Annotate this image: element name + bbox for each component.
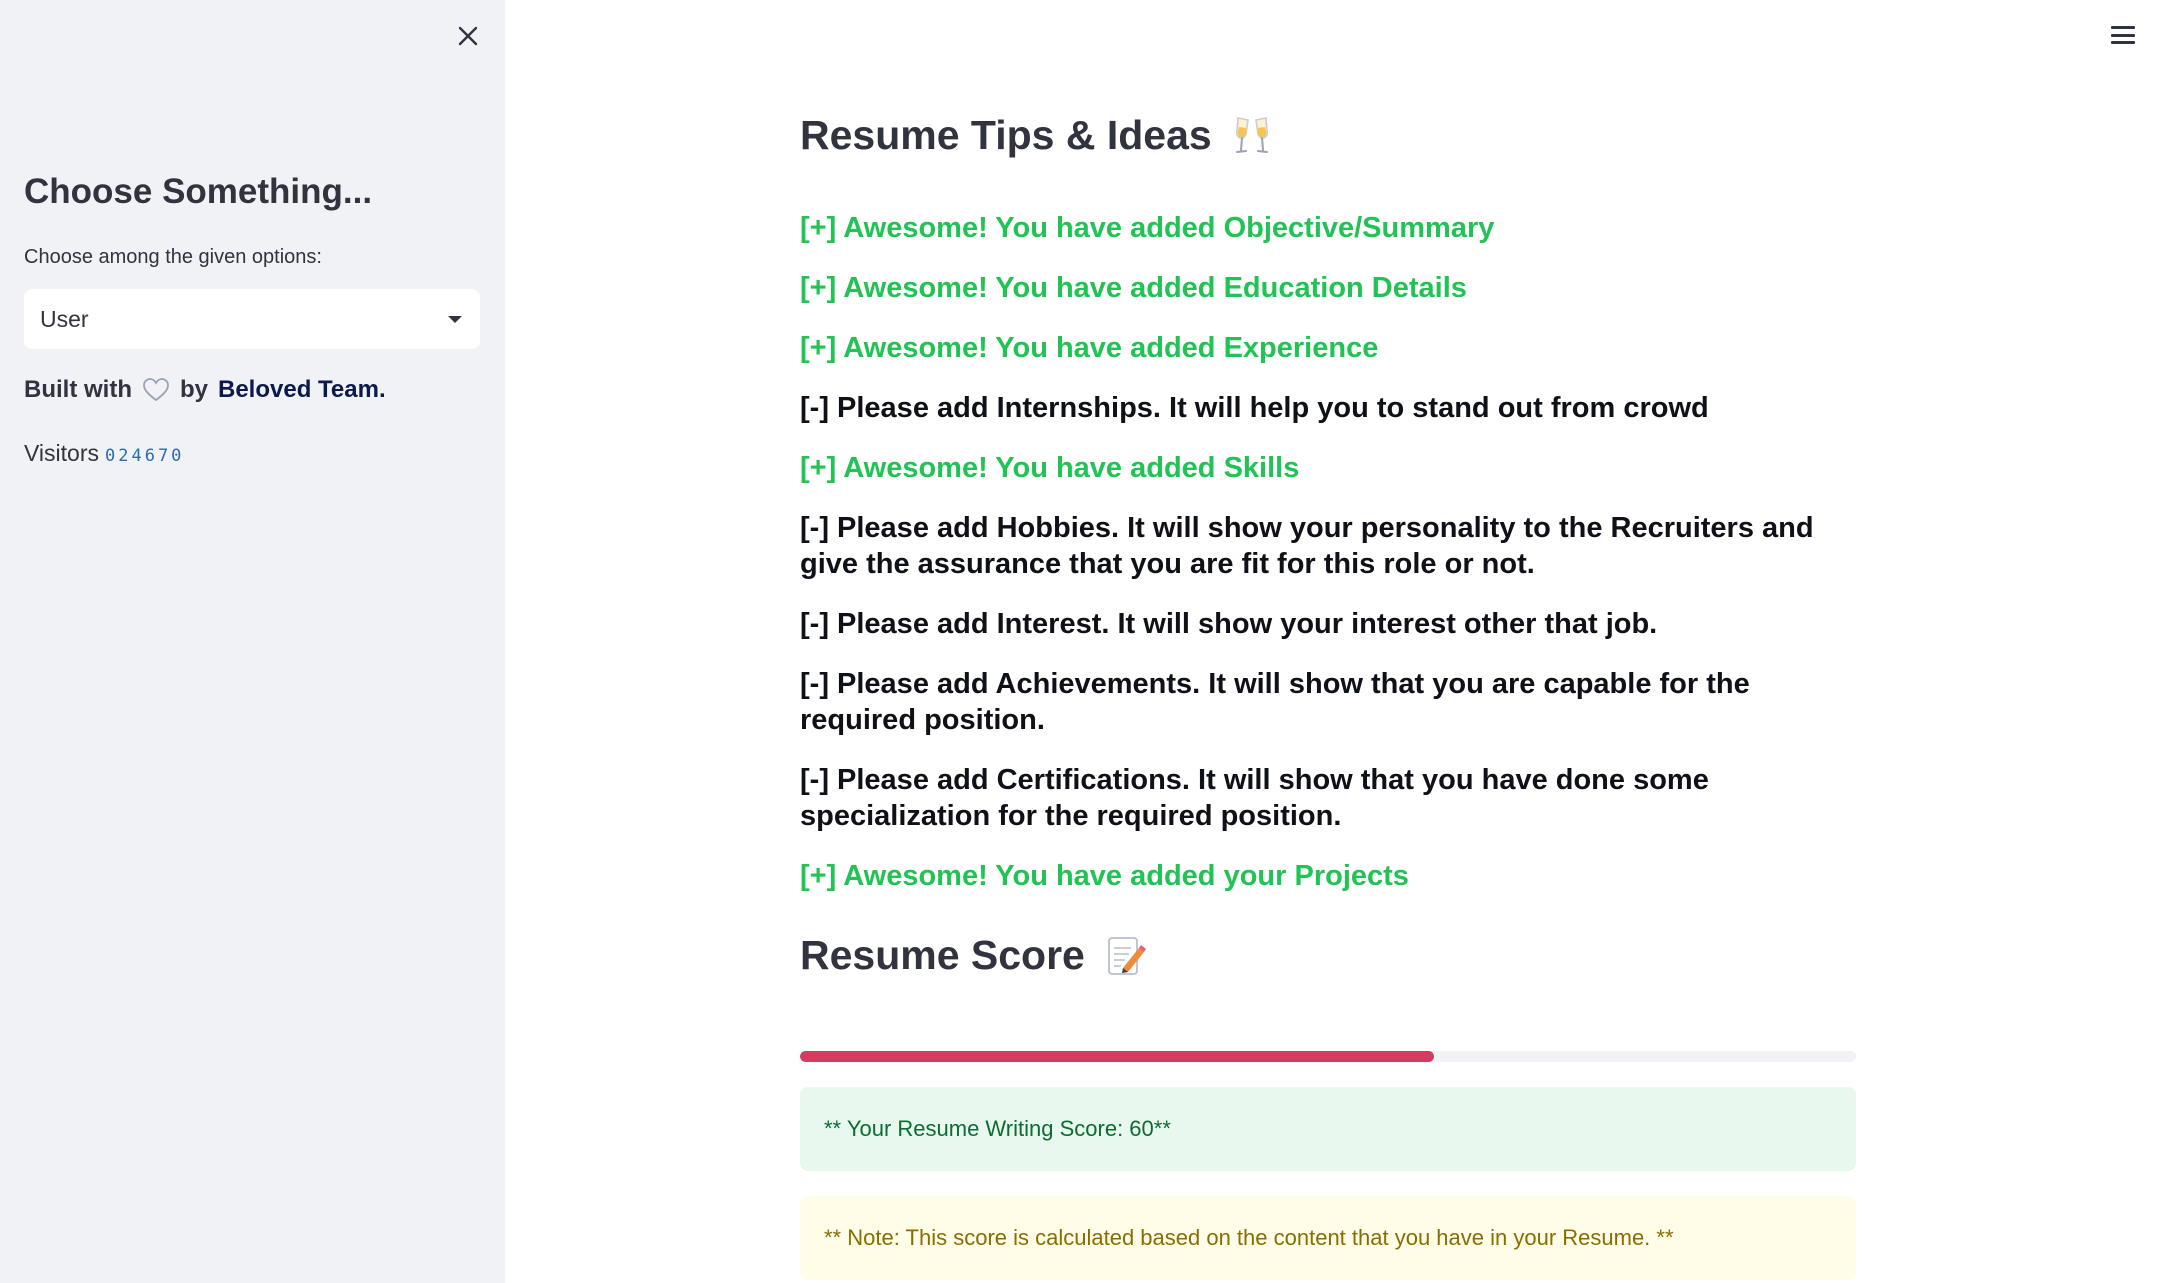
tip-certifications: [-] Please add Certifications. It will s…: [800, 764, 1709, 832]
tips-heading: Resume Tips & Ideas: [800, 112, 1274, 159]
hamburger-line: [2111, 33, 2135, 37]
sidebar-title: Choose Something...: [24, 172, 373, 211]
score-progress-bar: [800, 1051, 1856, 1062]
sidebar: Choose Something... Choose among the giv…: [0, 0, 505, 1283]
score-heading: Resume Score: [800, 932, 1147, 979]
option-select[interactable]: User: [24, 289, 480, 349]
memo-icon: [1107, 936, 1146, 975]
built-by-text: by: [179, 376, 208, 403]
built-with-text: Built with: [24, 376, 132, 403]
tip-achievements: [-] Please add Achievements. It will sho…: [800, 668, 1750, 736]
option-select-value: User: [40, 305, 89, 332]
tip-objective-summary: [+] Awesome! You have added Objective/Su…: [800, 212, 1495, 244]
tips-heading-text: Resume Tips & Ideas: [800, 112, 1212, 158]
tip-hobbies: [-] Please add Hobbies. It will show you…: [800, 512, 1814, 580]
visitors-label: Visitors: [24, 440, 99, 466]
visitors-count: 024670: [105, 446, 185, 466]
score-note-alert: ** Note: This score is calculated based …: [800, 1196, 1856, 1280]
note-text: ** Note: This score is calculated based …: [824, 1225, 1674, 1250]
tip-skills: [+] Awesome! You have added Skills: [800, 452, 1300, 484]
tip-internships: [-] Please add Internships. It will help…: [800, 392, 1709, 424]
score-heading-text: Resume Score: [800, 932, 1085, 978]
close-sidebar-button[interactable]: [450, 18, 486, 54]
heart-icon: [143, 378, 169, 402]
main-menu-button[interactable]: [2108, 22, 2138, 48]
clinking-glasses-icon: [1235, 116, 1268, 153]
score-success-alert: ** Your Resume Writing Score: 60**: [800, 1087, 1856, 1171]
hamburger-menu-icon: [2111, 26, 2135, 29]
team-link[interactable]: Beloved Team.: [218, 376, 386, 404]
chevron-down-icon: [448, 315, 462, 323]
tip-interest: [-] Please add Interest. It will show yo…: [800, 608, 1658, 640]
tip-experience: [+] Awesome! You have added Experience: [800, 332, 1379, 364]
tip-projects: [+] Awesome! You have added your Project…: [800, 860, 1409, 892]
clipped-link[interactable]: [830, 56, 1242, 66]
select-label: Choose among the given options:: [24, 246, 322, 268]
hamburger-line: [2111, 41, 2135, 44]
visitors-counter: Visitors 024670: [24, 440, 184, 467]
close-icon: [458, 26, 478, 46]
built-with-line: Built with by Beloved Team.: [24, 376, 386, 404]
tip-education: [+] Awesome! You have added Education De…: [800, 272, 1467, 304]
score-text: ** Your Resume Writing Score: 60**: [824, 1116, 1171, 1141]
score-progress-fill: [800, 1051, 1434, 1062]
